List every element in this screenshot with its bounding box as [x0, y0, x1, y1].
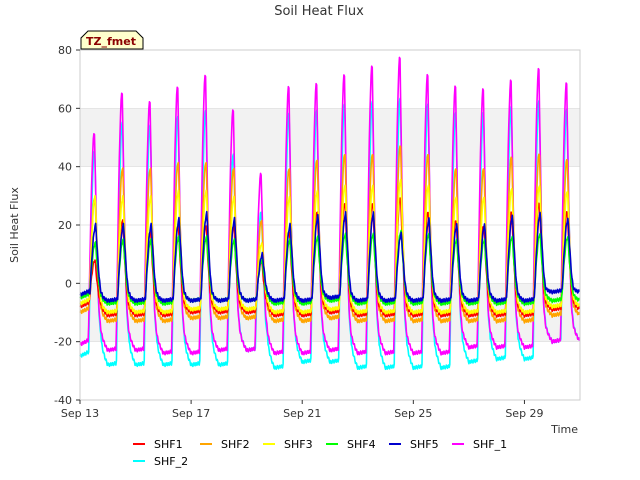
y-tick-label: 60 — [58, 102, 72, 115]
legend-label: SHF3 — [284, 438, 313, 451]
y-tick-label: 40 — [58, 161, 72, 174]
y-tick-label: -40 — [54, 394, 72, 407]
background-band — [80, 108, 580, 167]
badge-label: TZ_fmet — [86, 35, 136, 48]
site-badge: TZ_fmet — [80, 30, 144, 50]
plot-area — [79, 49, 581, 401]
x-tick-label: Sep 17 — [172, 407, 210, 420]
y-tick-label: 80 — [58, 44, 72, 57]
legend-label: SHF4 — [347, 438, 376, 451]
y-axis-label: Soil Heat Flux — [8, 187, 21, 263]
x-axis-ticks: Sep 13 Sep 17 Sep 21 Sep 25 Sep 29 — [61, 400, 544, 420]
legend-label: SHF_2 — [154, 455, 188, 468]
x-tick-label: Sep 13 — [61, 407, 99, 420]
legend-label: SHF1 — [154, 438, 183, 451]
x-tick-label: Sep 21 — [283, 407, 321, 420]
y-tick-label: 0 — [65, 277, 72, 290]
chart-title: Soil Heat Flux — [274, 4, 364, 19]
x-axis-label: Time — [550, 423, 578, 436]
y-tick-label: 20 — [58, 219, 72, 232]
y-axis-ticks: -40 -20 0 20 40 60 80 — [54, 44, 80, 407]
legend-label: SHF5 — [410, 438, 439, 451]
x-tick-label: Sep 25 — [394, 407, 432, 420]
legend: SHF1 SHF2 SHF3 SHF4 SHF5 SHF_1 SHF_2 — [133, 438, 507, 468]
x-tick-label: Sep 29 — [505, 407, 543, 420]
legend-label: SHF_1 — [473, 438, 507, 451]
y-tick-label: -20 — [54, 336, 72, 349]
legend-label: SHF2 — [221, 438, 250, 451]
chart: Soil Heat Flux -40-20020406080 Sep 13 Sep… — [8, 4, 581, 468]
